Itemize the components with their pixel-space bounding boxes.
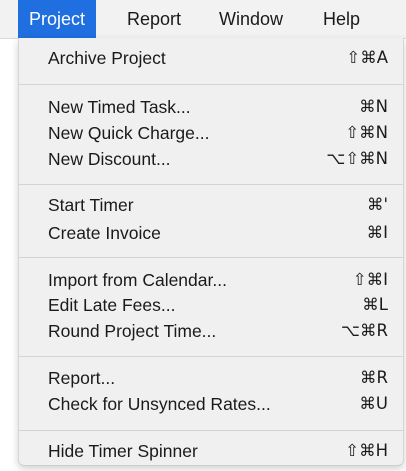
menu-item-shortcut: ⇧⌘N [345, 123, 388, 142]
menu-item-archive-project[interactable]: Archive Project ⇧⌘A [19, 45, 403, 71]
menu-item-label: New Timed Task... [48, 97, 191, 117]
menu-report[interactable]: Report [127, 0, 181, 38]
menu-item-new-discount[interactable]: New Discount... ⌥⇧⌘N [19, 146, 403, 172]
menu-item-label: Round Project Time... [48, 321, 217, 341]
menu-separator [19, 430, 403, 431]
menu-item-label: Edit Late Fees... [48, 295, 176, 315]
menu-separator [19, 356, 403, 357]
menu-item-shortcut: ⌘L [362, 295, 388, 314]
menu-item-label: Archive Project [48, 48, 166, 68]
menu-item-round-project-time[interactable]: Round Project Time... ⌥⌘R [19, 318, 403, 344]
menu-item-label: Create Invoice [48, 223, 161, 243]
menu-item-label: Report... [48, 368, 116, 388]
menu-item-hide-timer-spinner[interactable]: Hide Timer Spinner ⇧⌘H [19, 438, 403, 464]
menu-item-shortcut: ⇧⌘I [352, 270, 388, 289]
menu-item-shortcut: ⇧⌘H [345, 441, 388, 460]
menu-item-label: Hide Timer Spinner [48, 441, 198, 461]
menu-item-create-invoice[interactable]: Create Invoice ⌘I [19, 220, 403, 246]
menu-project[interactable]: Project [18, 0, 97, 38]
menu-window[interactable]: Window [219, 0, 283, 38]
menu-item-shortcut: ⌥⇧⌘N [326, 149, 388, 168]
menu-item-report[interactable]: Report... ⌘R [19, 365, 403, 391]
menu-item-shortcut: ⌘I [366, 223, 388, 242]
menu-item-shortcut: ⌘R [360, 368, 388, 387]
menu-item-label: Start Timer [48, 195, 134, 215]
menu-item-new-quick-charge[interactable]: New Quick Charge... ⇧⌘N [19, 120, 403, 146]
menu-item-import-from-calendar[interactable]: Import from Calendar... ⇧⌘I [19, 267, 403, 293]
menu-help[interactable]: Help [323, 0, 360, 38]
menu-item-label: Import from Calendar... [48, 270, 227, 290]
menu-item-edit-late-fees[interactable]: Edit Late Fees... ⌘L [19, 292, 403, 318]
menu-item-label: New Discount... [48, 149, 171, 169]
menu-item-shortcut: ⌘N [359, 97, 388, 116]
menu-item-shortcut: ⇧⌘A [346, 48, 388, 67]
menu-item-shortcut: ⌥⌘R [341, 321, 388, 340]
menu-separator [19, 257, 403, 258]
menu-item-start-timer[interactable]: Start Timer ⌘' [19, 192, 403, 218]
project-menu-dropdown: Archive Project ⇧⌘A New Timed Task... ⌘N… [18, 38, 404, 466]
menu-bar: Project Report Window Help [0, 0, 406, 39]
menu-separator [19, 84, 403, 85]
menu-separator [19, 184, 403, 185]
menu-item-check-unsynced-rates[interactable]: Check for Unsynced Rates... ⌘U [19, 391, 403, 417]
menu-item-shortcut: ⌘' [366, 195, 388, 214]
menu-item-label: Check for Unsynced Rates... [48, 394, 271, 414]
menu-item-label: New Quick Charge... [48, 123, 210, 143]
menu-item-shortcut: ⌘U [359, 394, 388, 413]
menu-item-new-timed-task[interactable]: New Timed Task... ⌘N [19, 94, 403, 120]
